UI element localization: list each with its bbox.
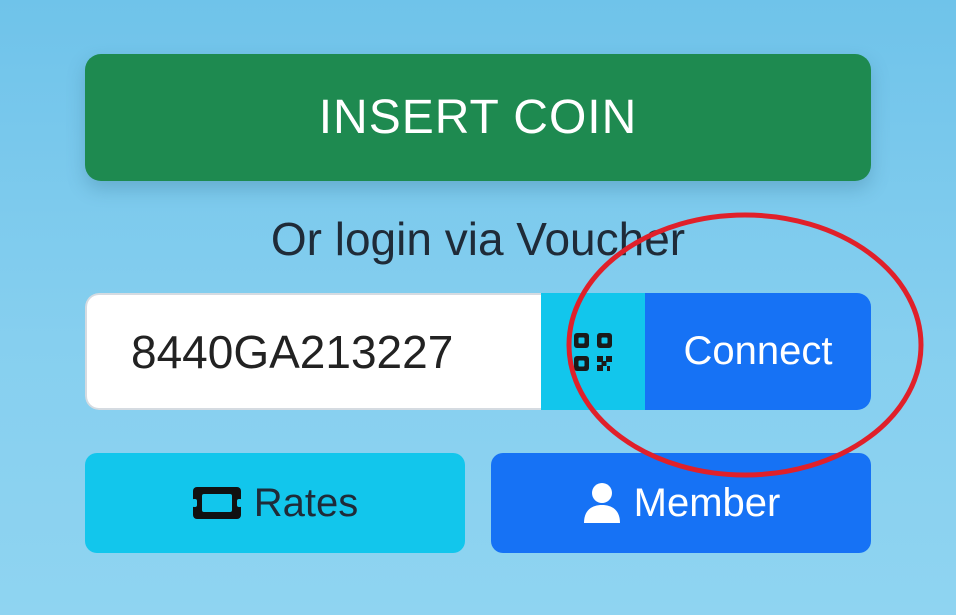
qr-scan-button[interactable] [541, 293, 645, 410]
rates-label: Rates [253, 480, 359, 525]
insert-coin-label: INSERT COIN [318, 91, 638, 144]
voucher-caption: Or login via Voucher [270, 213, 686, 265]
rates-button[interactable]: Rates [85, 453, 465, 553]
qr-code-icon [574, 332, 612, 371]
voucher-code-input[interactable] [85, 293, 541, 410]
connect-label: Connect [683, 329, 833, 373]
member-label: Member [633, 480, 781, 525]
user-icon [582, 482, 622, 524]
connect-button[interactable]: Connect [645, 293, 871, 410]
insert-coin-button[interactable]: INSERT COIN [85, 54, 871, 181]
voucher-login-group: Connect [85, 293, 871, 410]
member-button[interactable]: Member [491, 453, 871, 553]
ticket-icon [191, 486, 242, 520]
